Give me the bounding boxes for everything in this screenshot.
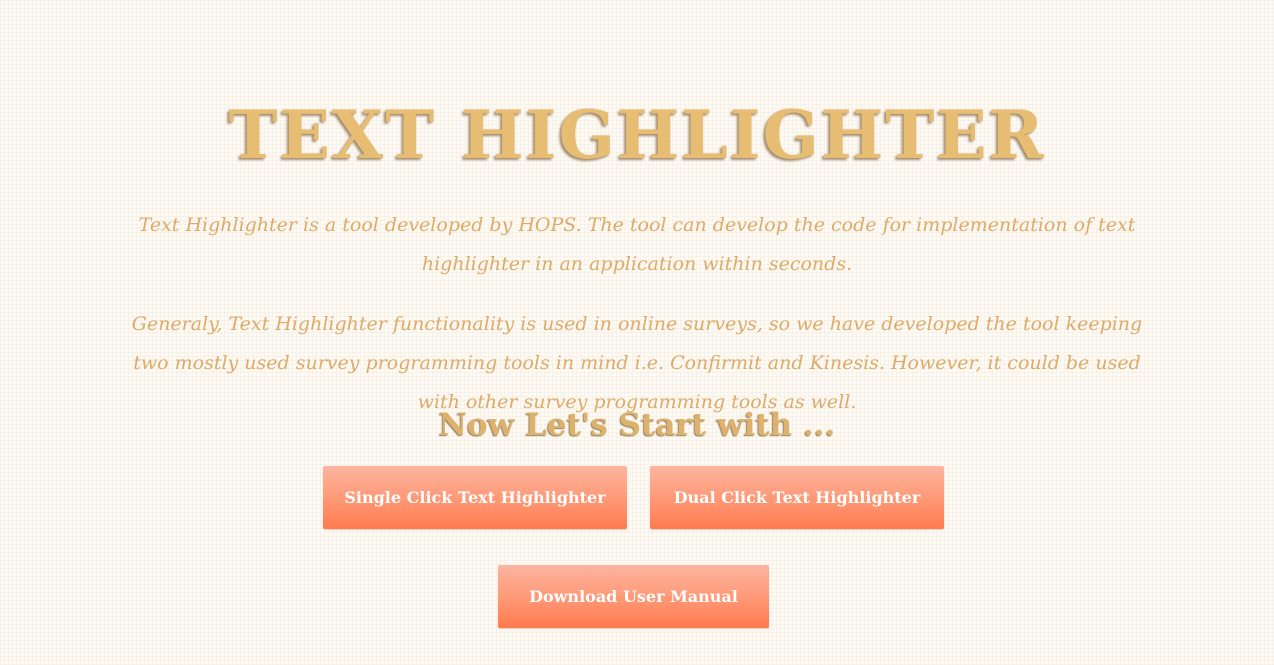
start-heading: Now Let's Start with ...	[438, 407, 836, 443]
intro-paragraph-1: Text Highlighter is a tool developed by …	[138, 214, 1136, 275]
dual-click-highlighter-button[interactable]: Dual Click Text Highlighter	[650, 466, 944, 529]
page-title: TEXT HIGHLIGHTER	[228, 96, 1046, 174]
page: TEXT HIGHLIGHTER Text Highlighter is a t…	[0, 0, 1274, 665]
download-user-manual-button[interactable]: Download User Manual	[498, 565, 769, 628]
single-click-highlighter-button[interactable]: Single Click Text Highlighter	[323, 466, 627, 529]
